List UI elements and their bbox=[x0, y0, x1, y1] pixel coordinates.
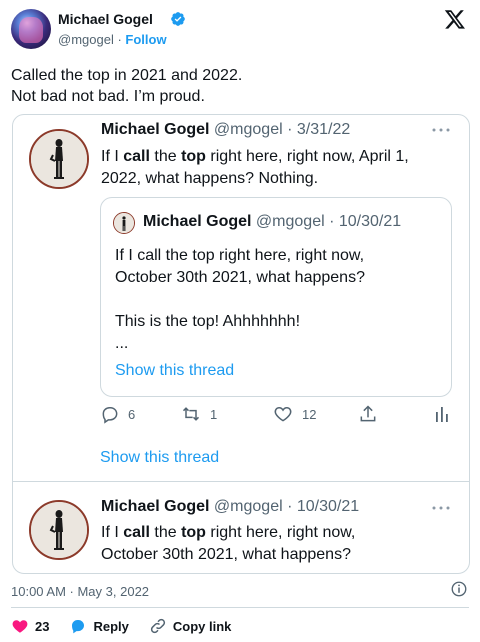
quoted-author-name[interactable]: Michael Gogel bbox=[101, 498, 209, 515]
quoted-tweet-date[interactable]: 3/31/22 bbox=[297, 121, 350, 138]
copy-link-label: Copy link bbox=[172, 618, 232, 634]
reply-button[interactable]: Reply bbox=[69, 617, 129, 635]
quoted-text-line: If I call the top right here, right now, bbox=[101, 522, 451, 544]
quoted-author-avatar[interactable] bbox=[29, 500, 89, 560]
text-part: the bbox=[149, 148, 182, 165]
quoted-tweet-card[interactable]: Michael Gogel @mgogel · 3/31/22 If I cal… bbox=[12, 114, 470, 574]
text-part: If I bbox=[101, 524, 124, 541]
more-dots-icon[interactable] bbox=[431, 505, 451, 511]
reply-action[interactable]: 6 bbox=[100, 403, 135, 425]
quoted-author-handle[interactable]: @mgogel bbox=[214, 121, 283, 138]
highlight-top: top bbox=[181, 148, 206, 165]
nested-show-thread-link[interactable]: Show this thread bbox=[115, 362, 234, 380]
share-action[interactable] bbox=[358, 403, 378, 425]
share-icon bbox=[360, 405, 376, 422]
author-name[interactable]: Michael Gogel bbox=[58, 11, 153, 27]
quoted-author-name[interactable]: Michael Gogel bbox=[101, 121, 209, 138]
nested-text-line: October 30th 2021, what happens? bbox=[115, 269, 365, 286]
nested-tweet-date[interactable]: 10/30/21 bbox=[339, 213, 401, 230]
nested-text-line: This is the top! Ahhhhhhh! bbox=[115, 313, 301, 330]
verified-badge-icon bbox=[171, 12, 185, 26]
link-icon bbox=[150, 618, 165, 634]
quoted-text-line: October 30th 2021, what happens? bbox=[101, 546, 351, 563]
handle-row: @mgogel · Follow bbox=[58, 32, 167, 47]
separator: · bbox=[282, 498, 297, 515]
figure-illustration bbox=[31, 502, 87, 558]
x-logo-icon[interactable] bbox=[444, 8, 466, 30]
like-count: 23 bbox=[35, 618, 50, 634]
tweet-timestamp[interactable]: 10:00 AM · May 3, 2022 bbox=[11, 584, 149, 599]
heart-icon bbox=[274, 406, 292, 422]
quoted-tweet-text: If I call the top right here, right now,… bbox=[101, 522, 451, 566]
nested-text-line: If I call the top right here, right now, bbox=[115, 247, 365, 264]
retweet-count: 1 bbox=[210, 406, 218, 422]
nested-tweet-meta: Michael Gogel @mgogel · 10/30/21 bbox=[143, 213, 401, 231]
separator: · bbox=[324, 213, 339, 230]
separator: · bbox=[282, 121, 297, 138]
highlight-call: call bbox=[123, 524, 150, 541]
reply-icon bbox=[72, 620, 85, 634]
ellipsis: ... bbox=[115, 335, 129, 352]
quoted-tweet-text: If I call the top right here, right now,… bbox=[101, 146, 451, 190]
analytics-icon bbox=[436, 407, 448, 422]
author-handle[interactable]: @mgogel bbox=[58, 32, 114, 47]
figure-illustration bbox=[31, 131, 87, 187]
tweet-header: Michael Gogel @mgogel · Follow bbox=[0, 0, 480, 58]
heart-icon bbox=[12, 620, 28, 633]
follow-button[interactable]: Follow bbox=[125, 32, 166, 47]
quoted-tweet-date[interactable]: 10/30/21 bbox=[297, 498, 359, 515]
nested-tweet-text: If I call the top right here, right now,… bbox=[115, 245, 445, 355]
quoted-author-avatar[interactable] bbox=[29, 129, 89, 189]
like-count: 12 bbox=[302, 406, 317, 422]
separator: · bbox=[113, 32, 126, 47]
divider bbox=[13, 481, 469, 482]
retweet-action[interactable]: 1 bbox=[180, 403, 217, 425]
reply-label: Reply bbox=[93, 618, 129, 634]
figure-illustration bbox=[114, 213, 134, 233]
quoted-tweet-meta: Michael Gogel @mgogel · 10/30/21 bbox=[101, 498, 359, 516]
reply-icon bbox=[102, 407, 118, 424]
text-part: If I bbox=[101, 148, 124, 165]
engagement-bar: 23 Reply Copy link bbox=[11, 616, 251, 636]
nested-author-avatar[interactable] bbox=[113, 212, 135, 234]
highlight-top: top bbox=[181, 524, 206, 541]
author-avatar[interactable] bbox=[11, 9, 51, 49]
tweet-text: Called the top in 2021 and 2022. Not bad… bbox=[11, 67, 243, 105]
quoted-author-handle[interactable]: @mgogel bbox=[214, 498, 283, 515]
highlight-call: call bbox=[123, 148, 150, 165]
like-button[interactable]: 23 bbox=[11, 617, 49, 635]
text-part: the bbox=[149, 524, 182, 541]
nested-author-handle[interactable]: @mgogel bbox=[256, 213, 325, 230]
nested-author-name[interactable]: Michael Gogel bbox=[143, 213, 251, 230]
nested-quoted-tweet-card[interactable]: Michael Gogel @mgogel · 10/30/21 If I ca… bbox=[100, 197, 452, 397]
info-icon[interactable] bbox=[450, 580, 468, 598]
quoted-tweet-meta: Michael Gogel @mgogel · 3/31/22 bbox=[101, 121, 350, 139]
quoted-tweet-actions: 6 1 12 bbox=[100, 403, 450, 425]
more-dots-icon[interactable] bbox=[431, 127, 451, 133]
show-thread-link[interactable]: Show this thread bbox=[100, 449, 219, 467]
divider bbox=[11, 607, 469, 608]
like-action[interactable]: 12 bbox=[272, 403, 316, 425]
analytics-action[interactable] bbox=[434, 403, 450, 425]
text-part: right here, right now, bbox=[205, 524, 356, 541]
copy-link-button[interactable]: Copy link bbox=[149, 617, 232, 635]
retweet-icon bbox=[182, 407, 200, 421]
reply-count: 6 bbox=[128, 406, 136, 422]
